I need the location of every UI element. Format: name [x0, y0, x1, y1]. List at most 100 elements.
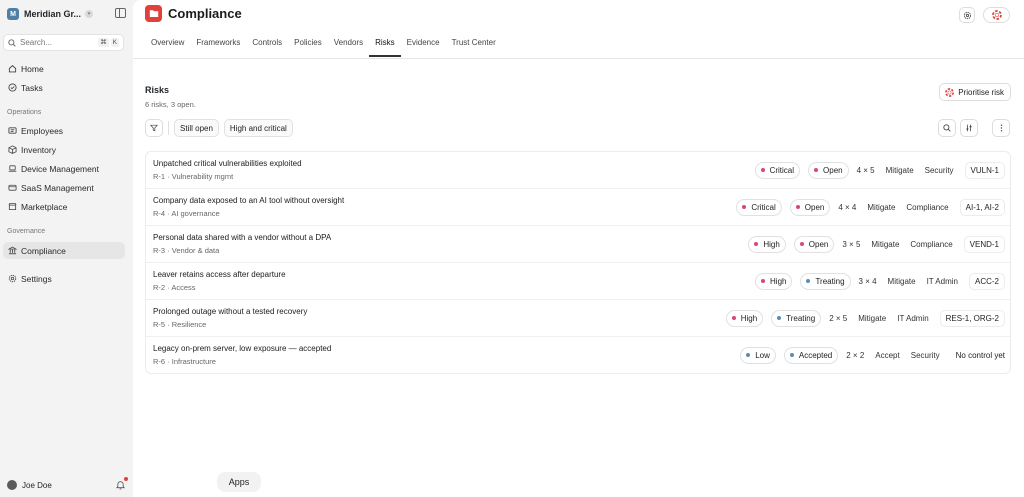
bell-icon[interactable] — [115, 477, 128, 490]
org-avatar: M — [7, 8, 19, 20]
status-badge[interactable]: Open — [793, 235, 835, 253]
tab-controls[interactable]: Controls — [246, 33, 288, 57]
check-circle-icon — [7, 83, 17, 93]
chevron-down-icon: ▾ — [85, 10, 94, 18]
section-subtitle: 6 risks, 3 open. — [145, 100, 196, 109]
severity-badge[interactable]: High — [755, 272, 793, 290]
search-button[interactable] — [938, 119, 956, 137]
sidebar-item-tasks[interactable]: Tasks — [3, 79, 125, 96]
risk-controls[interactable]: VULN-1 — [964, 161, 1005, 179]
sidebar-item-device-management[interactable]: Device Management — [3, 160, 125, 177]
sliders-icon — [966, 124, 972, 132]
tab-trust-center[interactable]: Trust Center — [446, 33, 502, 57]
tab-risks[interactable]: Risks — [369, 33, 401, 57]
risk-owner: Compliance — [906, 202, 949, 212]
sidebar-item-home[interactable]: Home — [3, 60, 125, 77]
search-input[interactable]: Search... ⌘ K — [3, 34, 124, 51]
user-menu[interactable]: Joe Doe — [7, 477, 128, 492]
sidebar-item-marketplace[interactable]: Marketplace — [3, 198, 125, 215]
status-label: Open — [804, 202, 825, 212]
org-switcher[interactable]: M Meridian Gr... ▾ — [7, 6, 126, 22]
laptop-icon — [7, 164, 17, 174]
risk-attributes: Low Accepted 2 × 2 Accept Security No co… — [740, 346, 1005, 364]
sidebar-item-settings[interactable]: Settings — [3, 270, 125, 287]
risk-treatment: Mitigate — [887, 276, 916, 286]
tab-divider — [133, 58, 1024, 59]
risk-score: 2 × 2 — [846, 350, 865, 360]
settings-button[interactable] — [959, 7, 975, 23]
section-title: Risks — [145, 85, 170, 95]
severity-badge[interactable]: High — [748, 235, 786, 253]
risk-score: 2 × 5 — [829, 313, 848, 323]
risk-title: Leaver retains access after departure — [153, 270, 286, 279]
lifebuoy-icon — [945, 87, 955, 97]
severity-label: Critical — [769, 165, 795, 175]
tab-evidence[interactable]: Evidence — [401, 33, 446, 57]
main-panel: Compliance Overview Frameworks Controls … — [133, 0, 1024, 497]
tab-overview[interactable]: Overview — [145, 33, 190, 57]
sidebar-section-governance: Governance — [7, 228, 46, 235]
status-badge[interactable]: Treating — [771, 309, 822, 327]
risk-score: 3 × 5 — [842, 239, 861, 249]
risk-controls[interactable]: VEND-1 — [963, 235, 1005, 253]
severity-dot — [754, 242, 759, 246]
filter-button[interactable] — [145, 119, 163, 137]
severity-badge[interactable]: High — [725, 309, 764, 327]
risk-row[interactable]: Prolonged outage without a tested recove… — [146, 300, 1010, 337]
severity-badge[interactable]: Low — [740, 346, 776, 364]
status-badge[interactable]: Open — [808, 161, 849, 179]
status-badge[interactable]: Accepted — [783, 346, 839, 364]
apps-button[interactable]: Apps — [217, 472, 261, 492]
risk-row[interactable]: Personal data shared with a vendor witho… — [146, 226, 1010, 263]
help-button[interactable] — [983, 7, 1010, 23]
risk-controls[interactable]: RES-1, ORG-2 — [939, 309, 1005, 327]
risk-meta: R-4 · AI governance — [153, 209, 220, 218]
risk-row[interactable]: Unpatched critical vulnerabilities explo… — [146, 152, 1010, 189]
sidebar-item-label: Inventory — [21, 144, 56, 155]
risk-owner: IT Admin — [926, 276, 958, 286]
more-options-button[interactable] — [992, 119, 1010, 137]
risk-meta: R-2 · Access — [153, 283, 196, 292]
sidebar-item-inventory[interactable]: Inventory — [3, 141, 125, 158]
store-icon — [7, 202, 17, 212]
sidebar-item-label: Device Management — [21, 163, 99, 174]
sidebar-item-compliance[interactable]: Compliance — [3, 242, 125, 259]
sidebar-item-employees[interactable]: Employees — [3, 122, 125, 139]
tab-frameworks[interactable]: Frameworks — [190, 33, 246, 57]
risk-attributes: High Open 3 × 5 Mitigate Compliance VEND… — [748, 235, 1005, 253]
status-badge[interactable]: Treating — [800, 272, 851, 290]
severity-dot — [760, 168, 765, 172]
tab-policies[interactable]: Policies — [288, 33, 328, 57]
risk-row[interactable]: Company data exposed to an AI tool witho… — [146, 189, 1010, 226]
status-label: Treating — [786, 313, 816, 323]
risk-controls[interactable]: ACC-2 — [968, 272, 1005, 290]
risk-treatment: Mitigate — [858, 313, 887, 323]
sidebar-item-saas-management[interactable]: SaaS Management — [3, 179, 125, 196]
lifebuoy-icon — [991, 10, 1002, 20]
severity-label: High — [763, 239, 780, 249]
severity-badge[interactable]: Critical — [754, 161, 801, 179]
sidebar-item-label: Tasks — [21, 82, 43, 93]
sidebar: M Meridian Gr... ▾ Search... ⌘ K Home Ta… — [0, 0, 133, 497]
risk-row[interactable]: Leaver retains access after departure R-… — [146, 263, 1010, 300]
risk-row[interactable]: Legacy on-prem server, low exposure — ac… — [146, 337, 1010, 374]
filter-chip-still-open[interactable]: Still open — [174, 119, 219, 137]
filter-chip-high-critical[interactable]: High and critical — [223, 119, 293, 137]
severity-badge[interactable]: Critical — [736, 198, 782, 216]
search-placeholder: Search... — [20, 38, 53, 47]
shortcut-k: K — [110, 38, 119, 47]
status-dot — [777, 316, 782, 320]
display-options-button[interactable] — [960, 119, 978, 137]
severity-label: Low — [755, 350, 770, 360]
prioritise-risk-button[interactable]: Prioritise risk — [939, 83, 1011, 101]
risk-controls[interactable]: AI-1, AI-2 — [959, 198, 1005, 216]
severity-label: High — [740, 313, 758, 323]
search-icon — [943, 124, 951, 132]
risk-attributes: High Treating 3 × 4 Mitigate IT Admin AC… — [755, 272, 1005, 290]
status-badge[interactable]: Open — [789, 198, 831, 216]
cloud-icon — [7, 183, 17, 193]
building-columns-icon — [7, 246, 17, 256]
risk-title: Legacy on-prem server, low exposure — ac… — [153, 344, 332, 353]
tab-vendors[interactable]: Vendors — [328, 33, 369, 57]
sidebar-toggle-icon[interactable] — [115, 8, 126, 18]
